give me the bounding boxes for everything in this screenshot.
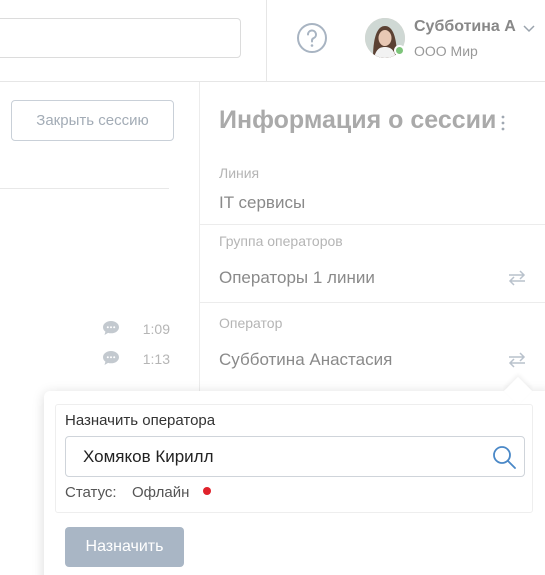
status-label: Статус: [65,484,117,501]
chat-bubble-icon [103,351,119,365]
panel-divider [199,82,200,402]
top-bar: Субботина А ООО Мир [0,0,545,82]
divider [200,302,545,303]
swap-icon[interactable] [506,350,528,370]
user-name[interactable]: Субботина А [414,18,516,36]
chat-message-meta: 1:09 [102,320,172,338]
group-label: Группа операторов [219,233,343,249]
assign-button[interactable]: Назначить [65,527,184,567]
panel-title: Информация о сессии [219,106,497,134]
search-icon[interactable] [491,444,517,470]
operator-search-input[interactable] [65,436,525,477]
status-value: Офлайн [132,484,190,501]
more-vertical-icon[interactable] [497,112,509,134]
assign-operator-title: Назначить оператора [65,412,216,429]
message-time: 1:13 [142,351,170,367]
help-icon[interactable] [296,22,328,54]
chat-message-meta: 1:13 [102,350,172,368]
topbar-divider [266,0,267,82]
group-value: Операторы 1 линии [219,268,375,287]
divider [200,224,545,225]
operator-value: Субботина Анастасия [219,350,393,369]
online-status-indicator [394,45,405,56]
user-org: ООО Мир [414,43,478,59]
chat-bubble-icon [103,321,119,335]
close-session-button[interactable]: Закрыть сессию [11,100,174,141]
chevron-down-icon[interactable] [522,21,536,35]
offline-status-dot [203,487,211,495]
line-value: IT сервисы [219,193,306,212]
line-label: Линия [219,165,260,181]
swap-icon[interactable] [506,268,528,288]
divider [0,188,169,189]
message-time: 1:09 [142,321,170,337]
global-search-input[interactable] [0,18,241,58]
operator-label: Оператор [219,315,283,331]
